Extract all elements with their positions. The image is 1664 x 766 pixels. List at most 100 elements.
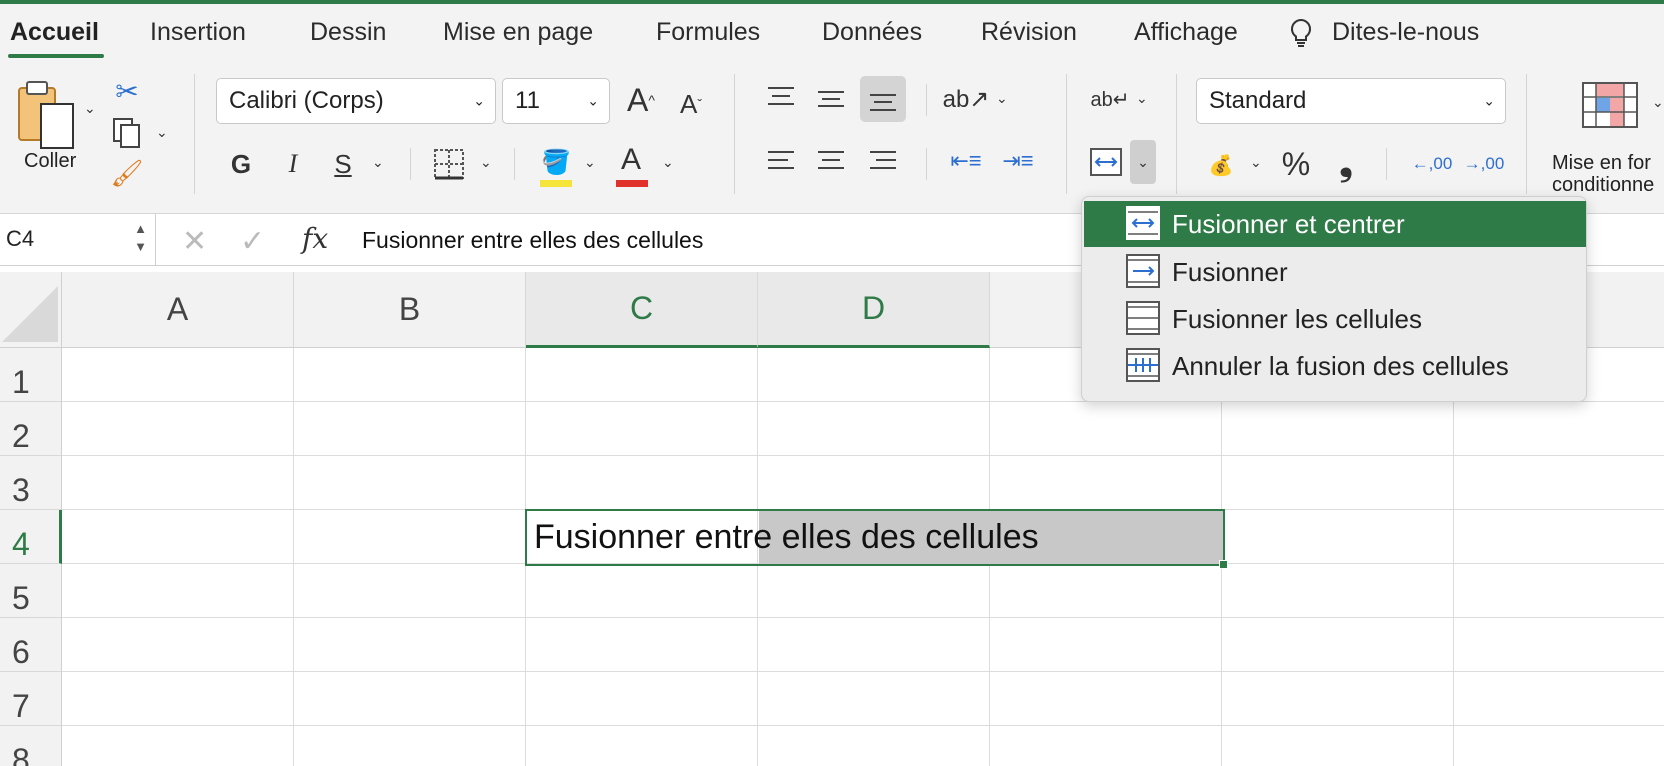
grid-cell[interactable]	[990, 672, 1222, 726]
grid-cell[interactable]	[990, 564, 1222, 618]
grid-cell[interactable]	[62, 348, 294, 402]
insert-function-icon[interactable]: fx	[302, 222, 328, 255]
grid-cell[interactable]	[294, 726, 526, 766]
grid-cell[interactable]	[1454, 510, 1664, 564]
wrap-chevron-down-icon[interactable]: ⌄	[1136, 90, 1148, 107]
grid-cell[interactable]	[758, 348, 990, 402]
fill-color-icon[interactable]: 🪣	[538, 144, 574, 180]
fill-handle[interactable]	[1219, 560, 1228, 569]
grid-cell[interactable]	[62, 510, 294, 564]
row-header-2[interactable]: 2	[0, 402, 62, 456]
conditional-format-icon[interactable]	[1582, 82, 1638, 128]
underline-chevron-down-icon[interactable]: ⌄	[372, 154, 384, 171]
grid-cell[interactable]	[294, 672, 526, 726]
align-center-icon[interactable]	[814, 146, 848, 176]
number-format-select[interactable]: Standard ⌄	[1196, 78, 1506, 124]
grid-cell[interactable]	[526, 456, 758, 510]
grid-cell[interactable]	[526, 672, 758, 726]
conditional-format-label-2[interactable]: conditionne	[1552, 174, 1654, 197]
formula-input[interactable]: Fusionner entre elles des cellules	[362, 227, 703, 254]
copy-icon[interactable]	[110, 116, 144, 150]
tab-mise-en-page[interactable]: Mise en page	[443, 18, 593, 47]
copy-chevron-down-icon[interactable]: ⌄	[156, 124, 168, 141]
italic-button[interactable]: I	[278, 144, 308, 184]
font-color-chevron-down-icon[interactable]: ⌄	[662, 154, 674, 171]
grid-cell[interactable]	[1222, 564, 1454, 618]
row-header-5[interactable]: 5	[0, 564, 62, 618]
merge-dropdown-button[interactable]: ⌄	[1130, 140, 1156, 184]
grid-cell[interactable]	[758, 726, 990, 766]
grid-cell[interactable]	[526, 348, 758, 402]
tab-accueil[interactable]: Accueil	[10, 18, 99, 47]
grid-cell[interactable]	[526, 618, 758, 672]
grid-cell[interactable]	[1454, 402, 1664, 456]
text-orientation-icon[interactable]: ab↗	[943, 82, 990, 116]
row-header-1[interactable]: 1	[0, 348, 62, 402]
font-size-select[interactable]: 11 ⌄	[502, 78, 610, 124]
increase-decimal-button[interactable]: ← ,00	[1410, 144, 1454, 184]
name-box[interactable]: C4 ▲ ▼	[0, 214, 156, 266]
grid-cell[interactable]	[62, 672, 294, 726]
grid-cell[interactable]	[1454, 726, 1664, 766]
grid-cell[interactable]	[1454, 456, 1664, 510]
scissors-icon[interactable]: ✂	[112, 74, 142, 108]
menu-item-merge-and-center[interactable]: Fusionner et centrer	[1084, 201, 1586, 247]
tab-insertion[interactable]: Insertion	[150, 18, 246, 47]
align-top-icon[interactable]	[764, 82, 798, 112]
grid-cell[interactable]	[62, 456, 294, 510]
row-header-4[interactable]: 4	[0, 510, 62, 564]
shrink-font-button[interactable]: Aˇ	[672, 84, 710, 124]
grid-cell[interactable]	[758, 672, 990, 726]
align-middle-icon[interactable]	[814, 84, 848, 114]
paste-button[interactable]	[14, 76, 78, 156]
percent-button[interactable]: %	[1278, 144, 1314, 184]
currency-chevron-down-icon[interactable]: ⌄	[1250, 154, 1262, 171]
grid-cell[interactable]	[990, 726, 1222, 766]
conditional-format-chevron-down-icon[interactable]: ⌄	[1652, 94, 1664, 111]
grid-cell[interactable]	[62, 618, 294, 672]
fill-color-chevron-down-icon[interactable]: ⌄	[584, 154, 596, 171]
conditional-format-label[interactable]: Mise en for	[1552, 152, 1651, 175]
grid-cell[interactable]	[526, 564, 758, 618]
decrease-decimal-button[interactable]: → ,00	[1462, 144, 1506, 184]
select-all-corner[interactable]	[0, 272, 62, 348]
name-box-stepper[interactable]: ▲ ▼	[134, 220, 147, 256]
tab-donnees[interactable]: Données	[822, 18, 922, 47]
grid-cell[interactable]	[1454, 564, 1664, 618]
confirm-icon[interactable]: ✓	[240, 224, 265, 259]
column-header-b[interactable]: B	[294, 272, 526, 348]
grid-cell[interactable]	[1222, 510, 1454, 564]
grid-cell[interactable]	[1454, 672, 1664, 726]
grid-cell[interactable]	[526, 402, 758, 456]
grid-cell[interactable]	[1222, 402, 1454, 456]
increase-indent-icon[interactable]: ⇥≡	[998, 144, 1038, 178]
borders-chevron-down-icon[interactable]: ⌄	[480, 154, 492, 171]
tab-revision[interactable]: Révision	[981, 18, 1077, 47]
tab-formules[interactable]: Formules	[656, 18, 760, 47]
row-header-6[interactable]: 6	[0, 618, 62, 672]
orientation-chevron-down-icon[interactable]: ⌄	[996, 90, 1008, 107]
cancel-icon[interactable]: ✕	[182, 224, 207, 259]
grow-font-button[interactable]: A ^	[622, 80, 660, 120]
tab-dessin[interactable]: Dessin	[310, 18, 386, 47]
grid-cell[interactable]	[990, 456, 1222, 510]
align-right-icon[interactable]	[866, 146, 900, 176]
grid-cell[interactable]	[990, 402, 1222, 456]
font-color-button[interactable]: A	[614, 140, 648, 180]
row-header-3[interactable]: 3	[0, 456, 62, 510]
grid-cell[interactable]	[62, 402, 294, 456]
paste-chevron-down-icon[interactable]: ⌄	[84, 100, 96, 117]
tab-affichage[interactable]: Affichage	[1134, 18, 1238, 47]
grid-cell[interactable]	[526, 726, 758, 766]
merge-center-icon[interactable]	[1084, 142, 1128, 182]
grid-cell[interactable]	[62, 564, 294, 618]
format-painter-icon[interactable]: 🖌	[110, 156, 144, 190]
row-header-8[interactable]: 8	[0, 726, 62, 766]
grid-cell[interactable]	[294, 456, 526, 510]
grid-cell[interactable]	[294, 618, 526, 672]
borders-icon[interactable]	[432, 146, 466, 182]
row-header-7[interactable]: 7	[0, 672, 62, 726]
underline-button[interactable]: S	[328, 144, 358, 184]
grid-cell[interactable]	[294, 348, 526, 402]
font-name-select[interactable]: Calibri (Corps) ⌄	[216, 78, 496, 124]
